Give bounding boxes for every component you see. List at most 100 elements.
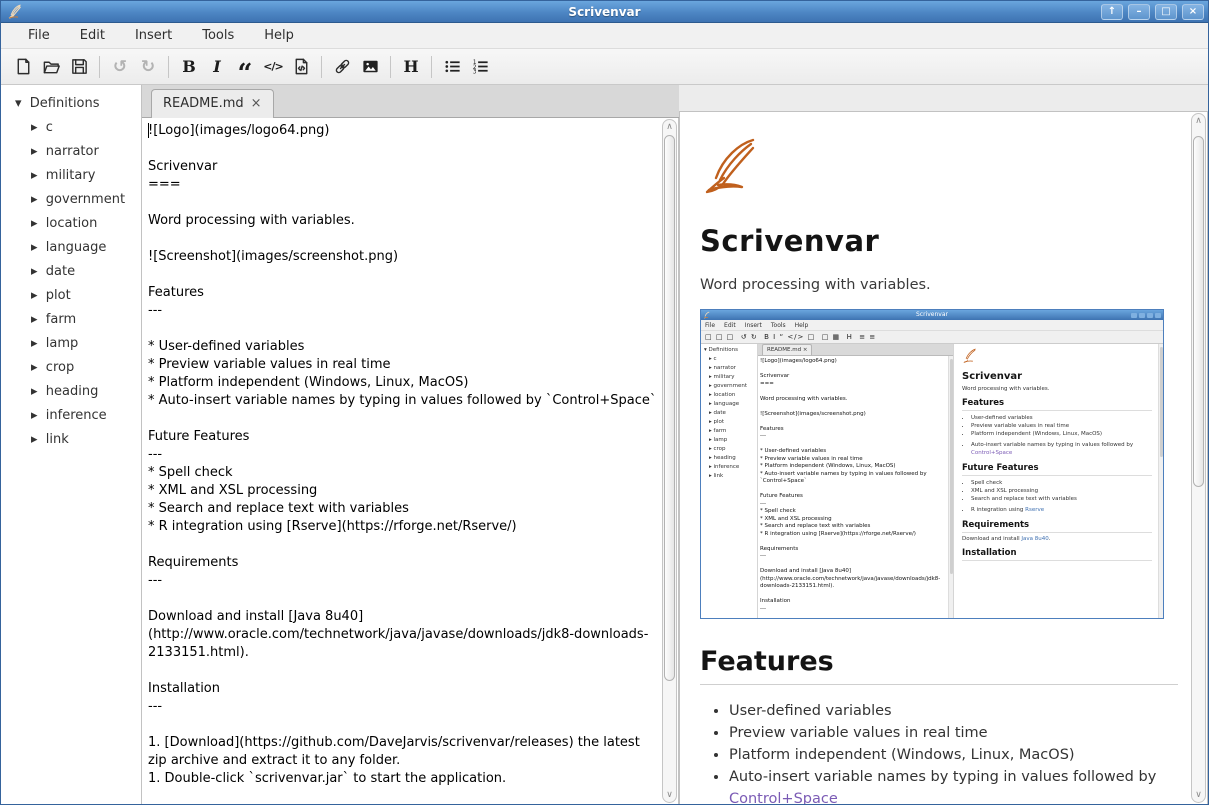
mini-future-heading: Future Features: [962, 463, 1152, 476]
menu-help[interactable]: Help: [249, 24, 309, 47]
mini-toolbar-icons: □ □ □ ↺ ↻ B I “ </> □ □ ▦ H ≡ ≡: [701, 331, 1163, 344]
inline-code-button[interactable]: </>: [259, 53, 287, 81]
redo-button[interactable]: ↻: [134, 53, 162, 81]
titlebar: Scrivenvar ↑ – □ ×: [1, 1, 1208, 23]
feature-item: Platform independent (Windows, Linux, Ma…: [729, 744, 1178, 766]
mini-logo-icon: [962, 348, 979, 363]
mini-tree-item: ▸ c: [704, 355, 757, 364]
definitions-sidebar: ▾ Definitions ▸ c▸ narrator▸ military▸ g…: [1, 85, 142, 804]
preview-content: Scrivenvar Word processing with variable…: [680, 112, 1190, 804]
mini-feature-item: Preview variable values in real time: [971, 422, 1152, 430]
mini-sidebar: ▾ Definitions ▸ c▸ narrator▸ military▸ g…: [701, 344, 758, 618]
menu-edit[interactable]: Edit: [65, 24, 120, 47]
preview-pane: Scrivenvar Word processing with variable…: [679, 111, 1208, 804]
tab-close-icon[interactable]: ×: [251, 96, 262, 111]
menu-insert[interactable]: Insert: [120, 24, 187, 47]
tree-root-definitions[interactable]: ▾ Definitions: [1, 91, 141, 116]
mini-tree-item: ▸ plot: [704, 418, 757, 427]
mini-tree-item: ▸ government: [704, 382, 757, 391]
heading-button[interactable]: H: [397, 53, 425, 81]
logo-feather-image: [700, 136, 766, 194]
mini-future-item: Search and replace text with variables: [971, 495, 1152, 503]
tree-item[interactable]: ▸ crop: [1, 356, 141, 380]
scrollbar-thumb[interactable]: [664, 135, 675, 681]
mini-main: ▾ Definitions ▸ c▸ narrator▸ military▸ g…: [701, 344, 1163, 618]
minimize-button[interactable]: –: [1128, 4, 1150, 20]
window-title: Scrivenvar: [1, 5, 1208, 19]
mini-editor-text: ![Logo](images/logo64.png) Scrivenvar ==…: [758, 356, 948, 618]
menu-tools[interactable]: Tools: [187, 24, 249, 47]
features-list: User-defined variables Preview variable …: [729, 700, 1178, 804]
mini-installation-heading: Installation: [962, 548, 1152, 561]
tree-item[interactable]: ▸ language: [1, 236, 141, 260]
mini-editor-scrollbar: [948, 356, 953, 618]
tree-item[interactable]: ▸ plot: [1, 284, 141, 308]
mini-tree-item: ▸ lamp: [704, 436, 757, 445]
menubar: File Edit Insert Tools Help: [1, 23, 1208, 49]
menu-file[interactable]: File: [13, 24, 65, 47]
mini-tree-item: ▸ language: [704, 400, 757, 409]
quote-icon: “: [238, 69, 253, 79]
undo-button[interactable]: ↺: [106, 53, 134, 81]
mini-tree-item: ▸ crop: [704, 445, 757, 454]
tab-label: README.md: [163, 96, 244, 111]
mini-tree-item: ▸ military: [704, 373, 757, 382]
tree-item[interactable]: ▸ inference: [1, 404, 141, 428]
mini-preview-scrollbar: [1158, 344, 1163, 618]
tree-item[interactable]: ▸ date: [1, 260, 141, 284]
open-file-button[interactable]: [37, 53, 65, 81]
mini-menu-item: Edit: [724, 322, 736, 329]
maximize-button[interactable]: □: [1155, 4, 1177, 20]
mini-tree-item: ▸ heading: [704, 454, 757, 463]
tree-item[interactable]: ▸ government: [1, 188, 141, 212]
close-button[interactable]: ×: [1182, 4, 1204, 20]
scrollbar-thumb[interactable]: [1193, 136, 1204, 487]
mini-tree-item: ▸ date: [704, 409, 757, 418]
app-feather-icon: [7, 3, 24, 20]
mini-preview-pane: Scrivenvar Word processing with variable…: [954, 344, 1158, 618]
scroll-up-icon[interactable]: ∧: [1192, 115, 1205, 127]
tree-item[interactable]: ▸ lamp: [1, 332, 141, 356]
chevron-expanded-icon: ▾: [15, 96, 22, 111]
scroll-up-icon[interactable]: ∧: [663, 121, 676, 133]
italic-button[interactable]: I: [203, 53, 231, 81]
editor-pane: README.md × ![Logo](images/logo64.png) S…: [142, 85, 679, 804]
link-button[interactable]: [328, 53, 356, 81]
mini-tree-item: ▸ narrator: [704, 364, 757, 373]
main-area: ▾ Definitions ▸ c▸ narrator▸ military▸ g…: [1, 85, 1208, 804]
editor-scrollbar[interactable]: ∧ ∨: [662, 119, 677, 803]
feature-item: Auto-insert variable names by typing in …: [729, 766, 1178, 804]
markdown-editor[interactable]: ![Logo](images/logo64.png) Scrivenvar ==…: [142, 118, 661, 804]
bold-button[interactable]: B: [175, 53, 203, 81]
code-block-button[interactable]: [287, 53, 315, 81]
tree-item[interactable]: ▸ narrator: [1, 140, 141, 164]
image-button[interactable]: [356, 53, 384, 81]
screenshot-image: Scrivenvar File Edit Insert Tools Help □…: [700, 309, 1164, 619]
tab-readme[interactable]: README.md ×: [151, 89, 274, 118]
mini-menu-item: File: [705, 322, 715, 329]
mini-feature-item: Platform independent (Windows, Linux, Ma…: [971, 430, 1152, 438]
tree-item[interactable]: ▸ military: [1, 164, 141, 188]
bullet-list-button[interactable]: [438, 53, 466, 81]
shade-button[interactable]: ↑: [1101, 4, 1123, 20]
tree-item[interactable]: ▸ location: [1, 212, 141, 236]
mini-menu-item: Tools: [771, 322, 786, 329]
scroll-down-icon[interactable]: ∨: [1192, 789, 1205, 801]
tree-item[interactable]: ▸ c: [1, 116, 141, 140]
save-button[interactable]: [65, 53, 93, 81]
tree-item[interactable]: ▸ farm: [1, 308, 141, 332]
editor-body: ![Logo](images/logo64.png) Scrivenvar ==…: [142, 118, 679, 804]
tree-item[interactable]: ▸ link: [1, 428, 141, 452]
blockquote-button[interactable]: “: [231, 53, 259, 81]
heading-rule: [700, 684, 1178, 685]
new-file-button[interactable]: [9, 53, 37, 81]
tree-item[interactable]: ▸ heading: [1, 380, 141, 404]
numbered-list-button[interactable]: 123: [466, 53, 494, 81]
mini-features-heading: Features: [962, 398, 1152, 411]
image-icon: [361, 57, 380, 76]
numbered-list-icon: 123: [471, 57, 490, 76]
bullet-list-icon: [443, 57, 462, 76]
scroll-down-icon[interactable]: ∨: [663, 789, 676, 801]
text-caret: [148, 123, 149, 138]
preview-scrollbar[interactable]: ∧ ∨: [1191, 113, 1206, 803]
